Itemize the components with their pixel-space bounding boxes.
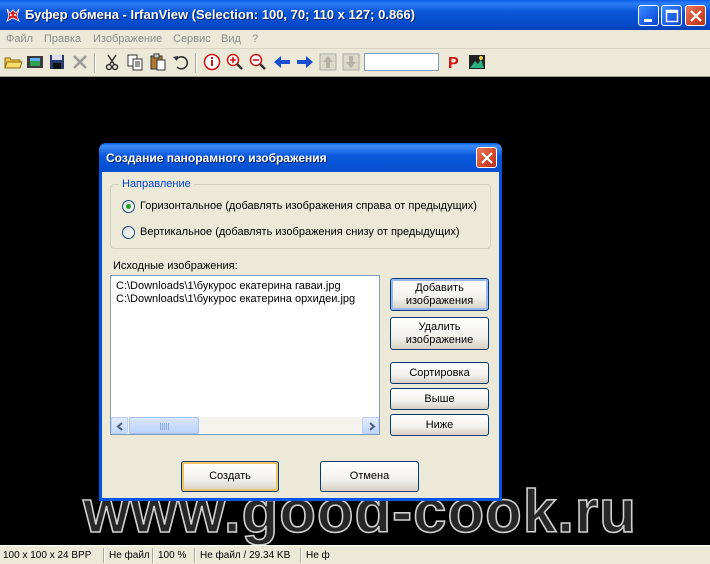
zoom-in-icon[interactable] <box>225 52 245 72</box>
status-dimensions: 100 x 100 x 24 BPP <box>3 550 92 561</box>
delete-icon[interactable] <box>70 52 90 72</box>
window-title: Буфер обмена - IrfanView (Selection: 100… <box>25 7 415 22</box>
page-number-input[interactable] <box>364 53 439 71</box>
status-bar: 100 x 100 x 24 BPP Не файл 100 % Не файл… <box>0 545 710 564</box>
menu-view[interactable]: Вид <box>221 33 241 45</box>
direction-group: Направление Горизонтальное (добавлять из… <box>110 178 491 249</box>
status-extra: Не ф <box>306 550 330 561</box>
cut-icon[interactable] <box>102 52 122 72</box>
move-down-button[interactable]: Ниже <box>390 414 489 436</box>
menu-edit[interactable]: Правка <box>44 33 81 45</box>
dialog-title: Создание панорамного изображения <box>106 151 327 165</box>
maximize-icon <box>665 9 679 23</box>
source-images-list[interactable]: C:\Downloads\1\букурос екатерина гаваи.j… <box>110 275 380 435</box>
sort-button[interactable]: Сортировка <box>390 362 489 384</box>
radio-button[interactable] <box>122 226 135 239</box>
dialog-close-button[interactable] <box>476 147 497 168</box>
page-up-icon[interactable] <box>318 52 338 72</box>
open-folder-icon[interactable] <box>3 52 23 72</box>
slideshow-icon[interactable] <box>25 52 45 72</box>
print-icon[interactable]: P <box>444 52 464 72</box>
chevron-left-icon <box>116 422 123 431</box>
direction-group-label: Направление <box>119 178 194 190</box>
source-images-label: Исходные изображения: <box>113 260 238 272</box>
menu-help[interactable]: ? <box>252 33 258 45</box>
next-icon[interactable] <box>295 52 315 72</box>
move-up-button[interactable]: Выше <box>390 388 489 410</box>
add-images-button[interactable]: Добавить изображения <box>390 278 489 311</box>
scroll-grip <box>160 423 169 430</box>
list-item[interactable]: C:\Downloads\1\букурос екатерина гаваи.j… <box>116 280 341 292</box>
info-icon[interactable] <box>202 52 222 72</box>
minimize-button[interactable] <box>638 5 659 26</box>
maximize-button[interactable] <box>661 5 682 26</box>
paste-icon[interactable] <box>148 52 168 72</box>
close-button[interactable] <box>685 5 706 26</box>
scroll-right-button[interactable] <box>362 417 379 434</box>
status-separator <box>194 548 196 563</box>
status-separator <box>300 548 302 563</box>
zoom-out-icon[interactable] <box>248 52 268 72</box>
status-zoom: 100 % <box>158 550 187 561</box>
irfanview-cat-icon[interactable] <box>4 6 22 24</box>
panorama-dialog: Создание панорамного изображения Направл… <box>99 143 502 501</box>
status-separator <box>103 548 105 563</box>
horizontal-scrollbar[interactable] <box>111 417 379 434</box>
toolbar: P <box>0 49 710 77</box>
menu-tools[interactable]: Сервис <box>173 33 211 45</box>
minimize-icon <box>644 19 652 22</box>
previous-icon[interactable] <box>272 52 292 72</box>
menu-file[interactable]: Файл <box>6 33 33 45</box>
undo-icon[interactable] <box>171 52 191 72</box>
radio-button[interactable] <box>122 200 135 213</box>
close-icon <box>481 152 493 164</box>
radio-vertical-label[interactable]: Вертикальное (добавлять изображения сниз… <box>140 226 460 238</box>
status-size: Не файл / 29.34 KB <box>200 550 291 561</box>
list-item[interactable]: C:\Downloads\1\букурос екатерина орхидеи… <box>116 293 355 305</box>
capture-icon[interactable] <box>467 52 487 72</box>
status-separator <box>152 548 154 563</box>
dialog-body: Направление Горизонтальное (добавлять из… <box>102 172 499 498</box>
create-button[interactable]: Создать <box>181 461 279 492</box>
radio-selected-dot <box>126 204 131 209</box>
menu-image[interactable]: Изображение <box>93 33 162 45</box>
copy-icon[interactable] <box>125 52 145 72</box>
menu-bar: Файл Правка Изображение Сервис Вид ? <box>0 30 710 49</box>
scroll-thumb[interactable] <box>129 417 199 434</box>
window-titlebar[interactable]: Буфер обмена - IrfanView (Selection: 100… <box>0 0 710 30</box>
chevron-right-icon <box>369 422 376 431</box>
dialog-titlebar[interactable]: Создание панорамного изображения <box>99 143 502 172</box>
radio-horizontal-label[interactable]: Горизонтальное (добавлять изображения сп… <box>140 200 477 212</box>
save-icon[interactable] <box>47 52 67 72</box>
cancel-button[interactable]: Отмена <box>320 461 419 492</box>
close-icon <box>690 10 702 22</box>
page-down-icon[interactable] <box>341 52 361 72</box>
remove-image-button[interactable]: Удалить изображение <box>390 317 489 350</box>
status-file: Не файл <box>109 550 150 561</box>
scroll-left-button[interactable] <box>111 417 128 434</box>
toolbar-separator <box>94 53 96 73</box>
svg-text:P: P <box>448 55 459 72</box>
toolbar-separator <box>195 53 197 73</box>
